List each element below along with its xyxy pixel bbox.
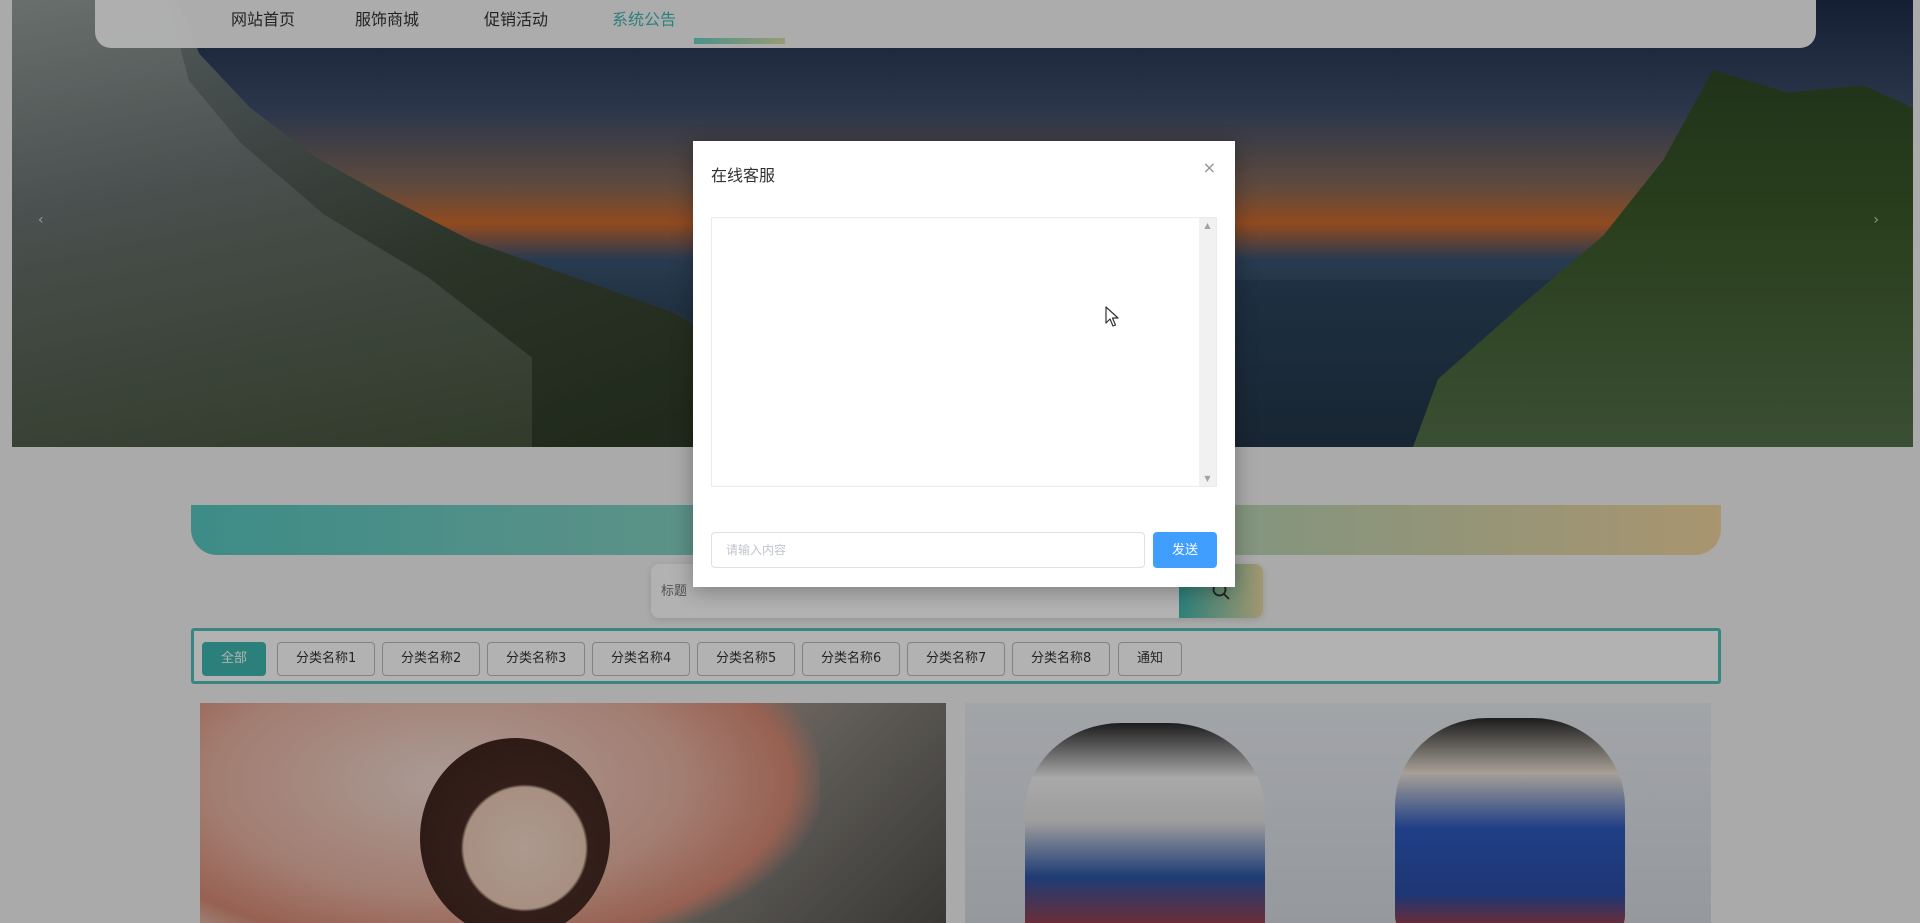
mouse-pointer-icon: [1105, 306, 1119, 327]
scroll-down-icon[interactable]: ▼: [1199, 474, 1216, 483]
chat-scrollbar[interactable]: ▲ ▼: [1199, 218, 1216, 486]
message-input[interactable]: 请输入内容: [711, 532, 1145, 568]
scroll-up-icon[interactable]: ▲: [1199, 221, 1216, 230]
send-button[interactable]: 发送: [1153, 532, 1217, 568]
dialog-title: 在线客服: [711, 166, 776, 185]
close-icon[interactable]: ×: [1203, 158, 1216, 177]
customer-service-dialog: 在线客服 × ▲ ▼ 请输入内容 发送: [693, 141, 1235, 587]
chat-message-area[interactable]: ▲ ▼: [711, 217, 1217, 487]
